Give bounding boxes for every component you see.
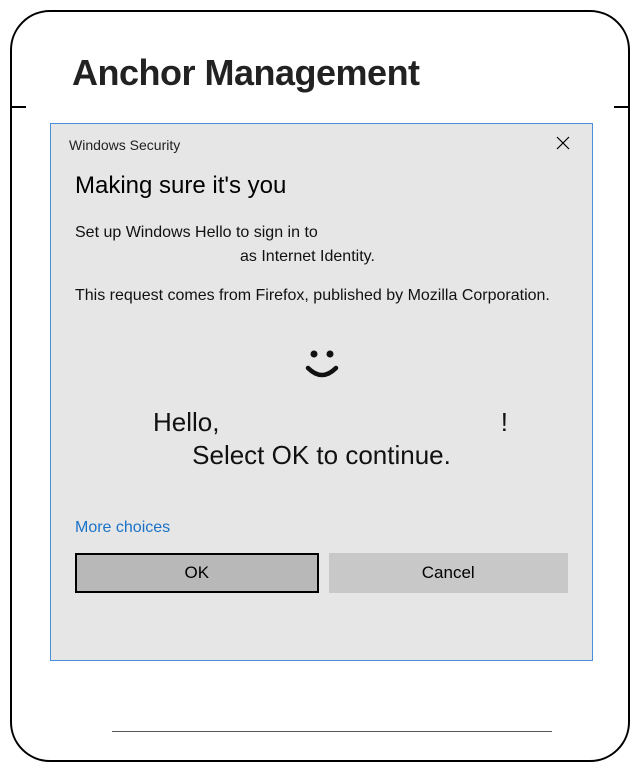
request-source-text: This request comes from Firefox, publish… (75, 285, 568, 307)
ok-button[interactable]: OK (75, 553, 319, 593)
dialog-button-row: OK Cancel (75, 553, 568, 593)
setup-text-line1b: as Internet Identity. (75, 246, 568, 268)
device-frame: Anchor Management Windows Security Makin… (10, 10, 630, 762)
smiley-icon (300, 344, 344, 389)
dialog-header: Windows Security (51, 124, 592, 162)
frame-notch-left (10, 106, 26, 108)
frame-notch-right (614, 106, 630, 108)
windows-security-dialog: Windows Security Making sure it's you Se… (50, 123, 593, 661)
close-icon[interactable] (548, 132, 578, 158)
hello-prefix: Hello, (153, 407, 219, 438)
page-title: Anchor Management (12, 12, 628, 94)
bottom-divider (112, 731, 552, 732)
cancel-button[interactable]: Cancel (329, 553, 569, 593)
dialog-body: Making sure it's you Set up Windows Hell… (51, 162, 592, 611)
dialog-heading: Making sure it's you (75, 172, 568, 200)
hello-suffix: ! (501, 407, 508, 438)
select-ok-text: Select OK to continue. (75, 440, 568, 471)
setup-text-line1: Set up Windows Hello to sign in to (75, 222, 568, 244)
more-choices-link[interactable]: More choices (75, 519, 170, 537)
hello-greeting: Hello, ! (75, 407, 568, 438)
hello-section: Hello, ! Select OK to continue. (75, 336, 568, 491)
dialog-window-title: Windows Security (69, 137, 180, 153)
